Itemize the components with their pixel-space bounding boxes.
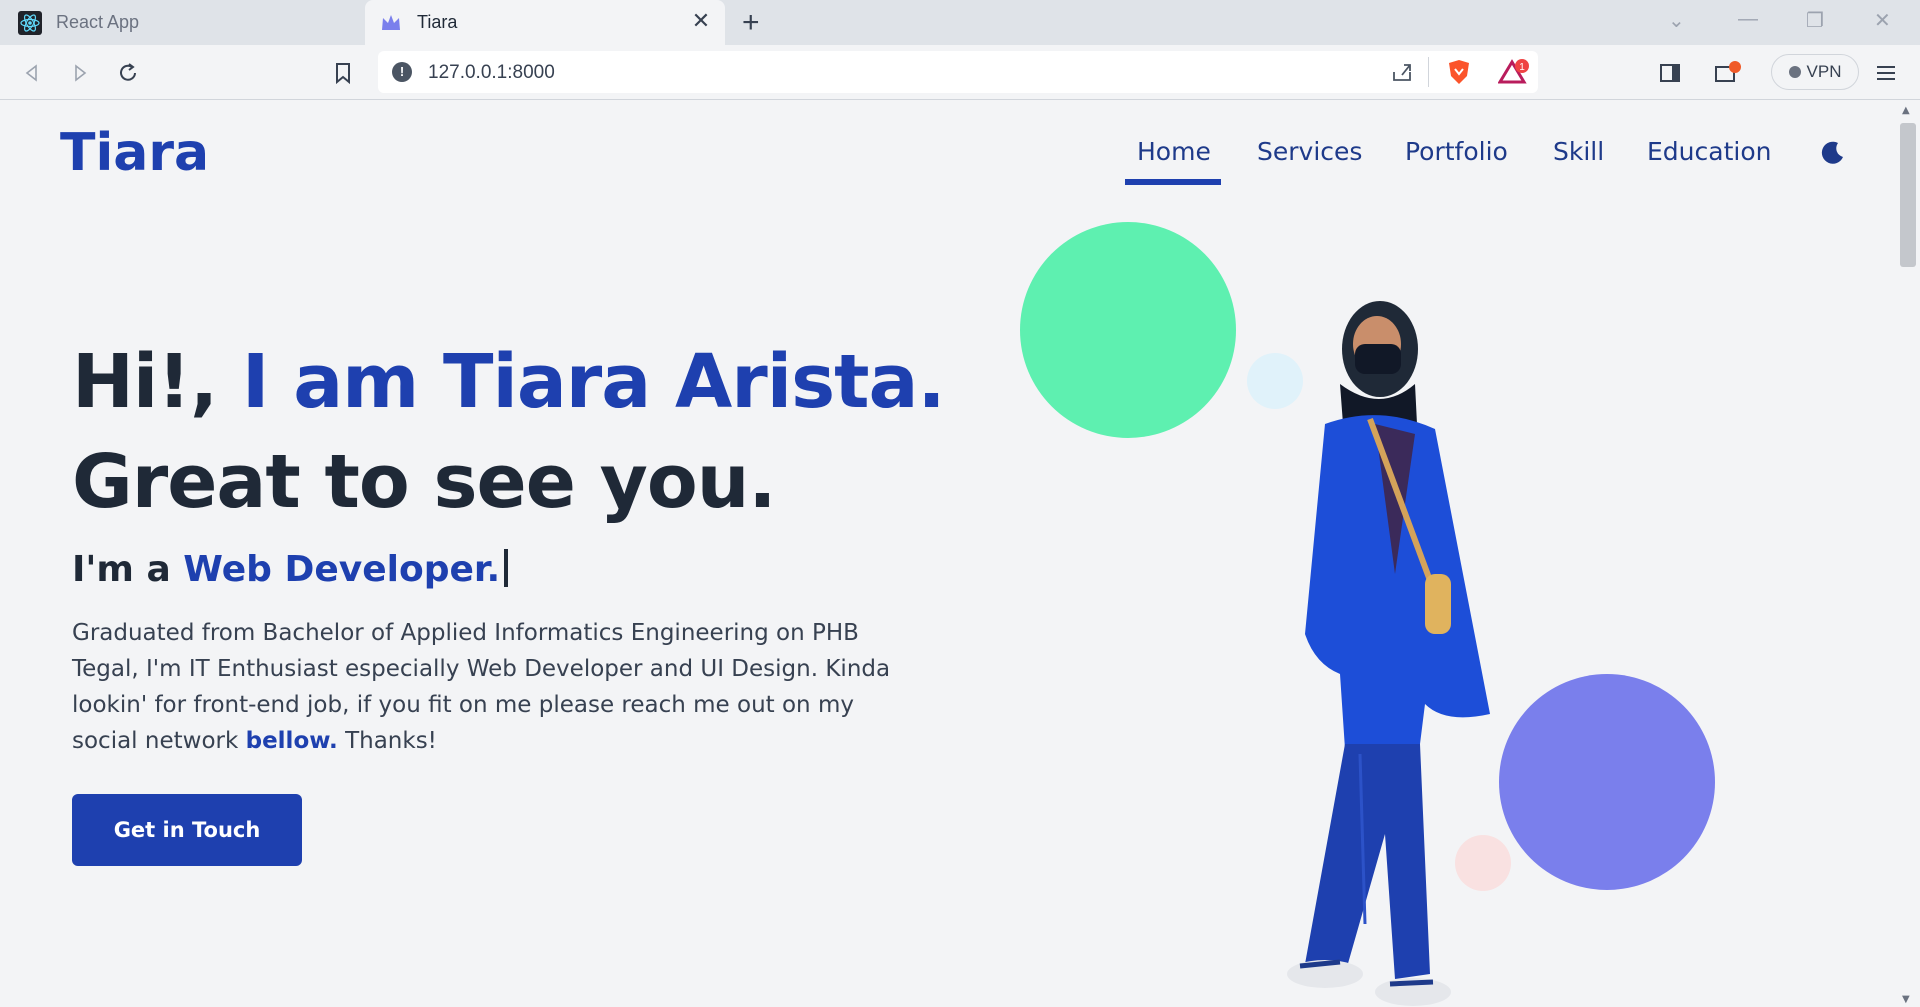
close-tab-icon[interactable]: ✕ <box>687 8 715 34</box>
tab-bar: React App Tiara ✕ + ⌄ — ❐ ✕ <box>0 0 1920 45</box>
vpn-label: VPN <box>1806 62 1842 81</box>
decor-circle-green <box>1020 222 1236 438</box>
page-content: Tiara Home Services Portfolio Skill Educ… <box>0 101 1896 1007</box>
tab-label: Tiara <box>417 12 458 32</box>
nav-portfolio[interactable]: Portfolio <box>1405 137 1508 166</box>
role-typed: Web Developer. <box>183 549 501 590</box>
forward-icon[interactable] <box>64 57 96 89</box>
hero-heading-line2: Great to see you. <box>72 439 777 525</box>
url-text[interactable]: 127.0.0.1:8000 <box>428 62 555 84</box>
react-icon <box>18 10 42 35</box>
restore-icon[interactable]: ❐ <box>1806 8 1824 33</box>
site-logo[interactable]: Tiara <box>60 123 209 183</box>
close-window-icon[interactable]: ✕ <box>1874 8 1891 33</box>
crown-icon <box>379 11 403 35</box>
scroll-up-icon[interactable]: ▲ <box>1902 105 1910 116</box>
vpn-status-icon <box>1788 66 1801 78</box>
divider <box>1428 57 1429 87</box>
nav-skill[interactable]: Skill <box>1553 137 1604 166</box>
moon-icon[interactable] <box>1818 139 1846 167</box>
vpn-button[interactable]: VPN <box>1771 54 1859 90</box>
nav-services[interactable]: Services <box>1257 137 1362 166</box>
share-icon[interactable] <box>1390 60 1414 88</box>
wallet-icon[interactable] <box>1712 57 1744 89</box>
description-emphasis: bellow. <box>245 728 338 754</box>
scroll-down-icon[interactable]: ▼ <box>1902 994 1910 1005</box>
minimize-icon[interactable]: — <box>1738 8 1758 31</box>
bookmark-icon[interactable] <box>327 57 359 89</box>
tab-react-app[interactable]: React App <box>0 0 362 45</box>
nav-home[interactable]: Home <box>1137 137 1211 166</box>
active-nav-indicator <box>1125 179 1221 185</box>
sidebar-icon[interactable] <box>1654 57 1686 89</box>
typing-caret <box>504 549 509 587</box>
description-text: Graduated from Bachelor of Applied Infor… <box>72 620 891 754</box>
nav-education[interactable]: Education <box>1647 137 1771 166</box>
role-prefix: I'm a <box>72 549 184 590</box>
hero-description: Graduated from Bachelor of Applied Infor… <box>72 615 912 759</box>
tab-tiara[interactable]: Tiara ✕ <box>365 0 725 45</box>
browser-toolbar: ! 127.0.0.1:8000 1 VPN <box>0 45 1920 100</box>
back-icon[interactable] <box>16 57 48 89</box>
decor-circle-purple <box>1499 674 1715 890</box>
rewards-badge-count: 1 <box>1519 62 1525 73</box>
brave-rewards-icon[interactable]: 1 <box>1497 58 1530 90</box>
get-in-touch-button[interactable]: Get in Touch <box>72 794 302 866</box>
hero-portrait-image <box>1287 301 1490 1006</box>
menu-icon[interactable] <box>1870 57 1902 89</box>
reload-icon[interactable] <box>112 57 144 89</box>
tab-search-icon[interactable]: ⌄ <box>1668 8 1685 33</box>
heading-name: I am Tiara Arista. <box>241 339 946 425</box>
description-end: Thanks! <box>337 728 437 754</box>
tab-label: React App <box>56 12 140 32</box>
new-tab-icon[interactable]: + <box>742 6 760 40</box>
page-scrollbar[interactable]: ▲ ▼ <box>1896 101 1920 1007</box>
brave-shields-icon[interactable] <box>1446 58 1472 90</box>
address-bar[interactable]: ! 127.0.0.1:8000 1 <box>378 51 1538 93</box>
heading-greeting: Hi!, <box>72 339 242 425</box>
site-info-icon[interactable]: ! <box>392 62 412 82</box>
scroll-thumb[interactable] <box>1900 123 1916 267</box>
role-line: I'm a Web Developer. <box>72 549 509 590</box>
hero-heading-line1: Hi!, I am Tiara Arista. <box>72 339 946 425</box>
